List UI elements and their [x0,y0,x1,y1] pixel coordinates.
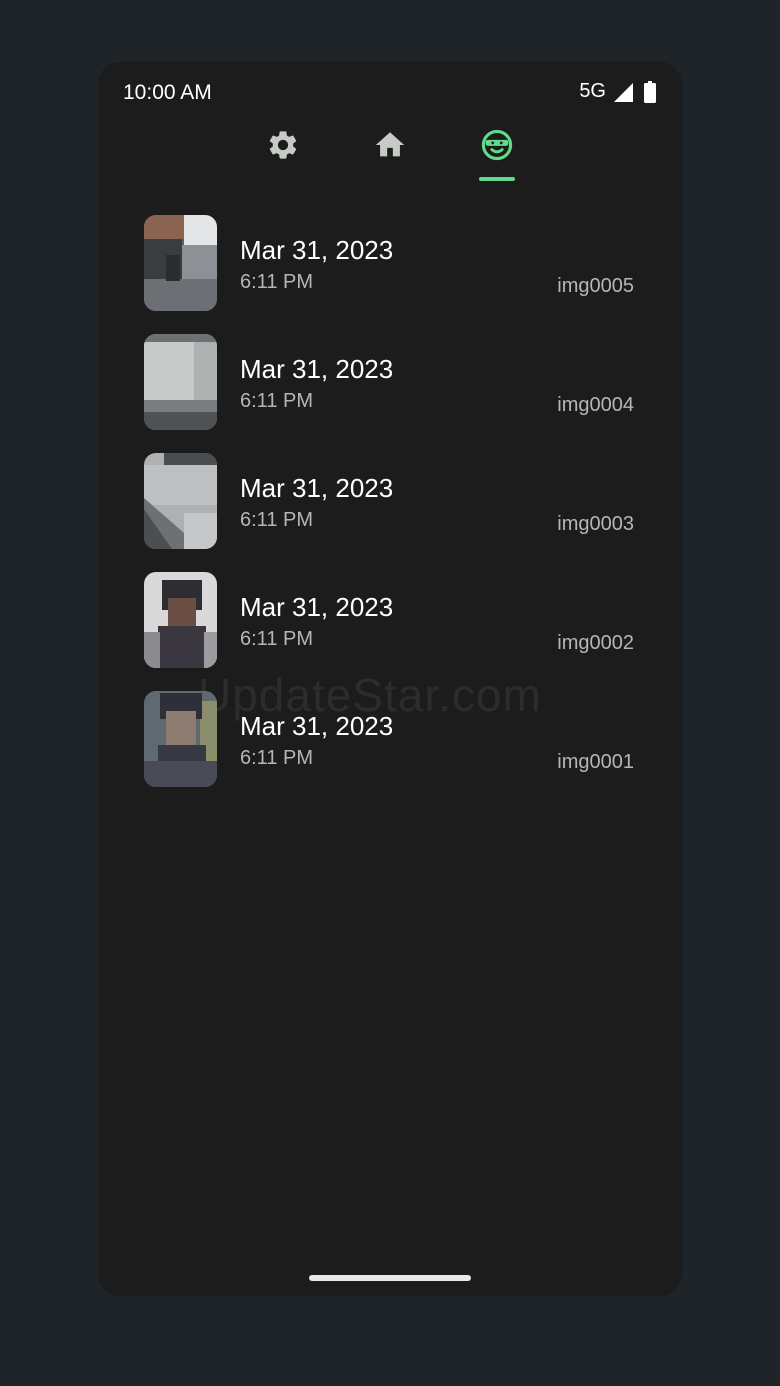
record-time: 6:11 PM [240,390,313,412]
record-filename: img0004 [557,394,634,416]
phone-screen: 10:00 AM 5G UpdateStar.com Mar 31, 2023 … [98,62,682,1296]
signal-icon [614,82,633,102]
record-filename: img0003 [557,513,634,535]
photo-thumbnail[interactable] [144,691,217,787]
record-time: 6:11 PM [240,509,313,531]
record-time: 6:11 PM [240,747,313,769]
list-item[interactable]: Mar 31, 2023 6:11 PM img0001 [144,691,644,787]
record-date: Mar 31, 2023 [240,354,394,384]
record-filename: img0005 [557,275,634,297]
network-label: 5G [579,80,606,102]
record-date: Mar 31, 2023 [240,592,394,622]
photo-thumbnail[interactable] [144,453,217,549]
selected-tab-indicator [479,177,515,181]
record-date: Mar 31, 2023 [240,473,394,503]
tab-home[interactable] [362,120,418,170]
list-item[interactable]: Mar 31, 2023 6:11 PM img0003 [144,453,644,549]
list-item[interactable]: Mar 31, 2023 6:11 PM img0002 [144,572,644,668]
tab-settings[interactable] [255,120,311,170]
record-time: 6:11 PM [240,628,313,650]
home-gesture-bar[interactable] [309,1275,471,1281]
status-time: 10:00 AM [123,81,212,104]
intruder-record-list: Mar 31, 2023 6:11 PM img0005 Mar 31, 202… [144,215,644,810]
record-date: Mar 31, 2023 [240,235,394,265]
list-item[interactable]: Mar 31, 2023 6:11 PM img0005 [144,215,644,311]
record-filename: img0001 [557,751,634,773]
photo-thumbnail[interactable] [144,334,217,430]
battery-icon [644,80,656,103]
tab-intruder-log[interactable] [469,120,525,181]
top-navigation [98,120,682,190]
record-filename: img0002 [557,632,634,654]
status-indicators: 5G [579,80,656,103]
record-time: 6:11 PM [240,271,313,293]
record-date: Mar 31, 2023 [240,711,394,741]
photo-thumbnail[interactable] [144,215,217,311]
settings-gear-icon [269,131,297,159]
photo-thumbnail[interactable] [144,572,217,668]
intruder-mask-face-icon [481,129,513,161]
status-bar: 10:00 AM 5G [98,62,682,124]
home-icon [375,132,405,157]
list-item[interactable]: Mar 31, 2023 6:11 PM img0004 [144,334,644,430]
